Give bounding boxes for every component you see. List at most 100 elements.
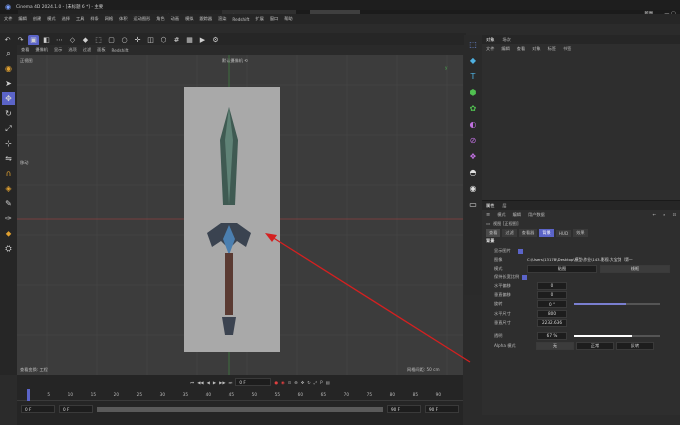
lock-icon[interactable]: ⬡ [158,35,169,46]
field-icon[interactable]: ⊘ [466,133,480,147]
rotate-icon[interactable]: ↻ [2,107,15,120]
object-menu-item[interactable]: 标签 [548,46,556,52]
lock-icon[interactable]: ⊡ [672,212,676,217]
model-mode-icon[interactable]: ◧ [41,35,52,46]
object-menu-item[interactable]: 书签 [563,46,571,52]
menu-item[interactable]: 扩展 [255,16,263,22]
tab-attributes[interactable]: 属性 [486,203,494,209]
cloner-icon[interactable]: ✿ [466,101,480,115]
menu-icon[interactable]: ≡ [486,212,490,218]
redo-icon[interactable]: ↷ [15,35,26,46]
scene-icon[interactable]: ◓ [466,165,480,179]
move-icon[interactable]: ✥ [2,92,15,105]
subtab[interactable]: 查看器 [518,229,538,237]
rotate-slider[interactable] [574,303,660,305]
attr-menu-item[interactable]: 模式 [497,212,505,218]
cube-object-icon[interactable]: ◆ [466,53,480,67]
sphere-icon[interactable]: ○ [119,35,130,46]
start-frame-field[interactable]: 0 F [21,405,55,413]
autokey-icon[interactable]: ◉ [281,380,285,385]
keyframe-icon[interactable]: ⊙ [288,380,292,385]
end-range-field[interactable]: 90 F [387,405,421,413]
alpha-none-button[interactable]: 无 [536,341,574,350]
move-key-icon[interactable]: ✥ [301,380,305,385]
menu-item[interactable]: 创建 [33,16,41,22]
menu-item[interactable]: 模式 [47,16,55,22]
object-menu-item[interactable]: 文件 [486,46,494,52]
object-menu-item[interactable]: 对象 [532,46,540,52]
deformer-icon[interactable]: ◐ [466,117,480,131]
param-key-icon[interactable]: P [320,380,323,385]
subtab-active[interactable]: 背景 [539,229,554,237]
camera-icon[interactable]: ◉ [466,181,480,195]
v-size-field[interactable]: 2232.636 [537,318,567,327]
menu-item[interactable]: Redshift [232,17,249,22]
h-offset-field[interactable]: 0 [537,281,567,290]
keep-ratio-checkbox[interactable] [522,274,528,280]
viewport-menu-item[interactable]: 选项 [68,47,76,53]
render-settings-icon[interactable]: ⚙ [210,35,221,46]
key-settings-icon[interactable]: ⊛ [294,380,298,385]
image-path[interactable]: C:\Users\1317B\Desktop\模型\作业\143-影视-大宝剑（… [527,257,667,263]
viewport-menu-item[interactable]: 面板 [97,47,105,53]
menu-item[interactable]: 跟踪器 [199,16,212,22]
menu-item[interactable]: 编辑 [18,16,26,22]
scale-icon[interactable]: ⤢ [2,122,15,135]
subtab[interactable]: 效果 [573,229,588,237]
transform-icon[interactable]: ⊹ [2,137,15,150]
attr-menu-item[interactable]: 编辑 [513,212,521,218]
show-image-checkbox[interactable] [517,248,523,254]
scale-key-icon[interactable]: ⤢ [314,380,317,385]
menu-item[interactable]: 网格 [105,16,113,22]
h-size-field[interactable]: 800 [537,309,567,318]
magnet-icon[interactable]: ∩ [2,167,15,180]
menu-item[interactable]: 角色 [156,16,164,22]
record-icon[interactable]: ● [274,380,278,385]
live-select-icon[interactable]: ◉ [2,62,15,75]
menu-item[interactable]: 运动图形 [134,16,151,22]
attr-menu-item[interactable]: 用户数据 [528,212,545,218]
v-offset-field[interactable]: 0 [537,290,567,299]
undo-icon[interactable]: ↶ [2,35,13,46]
viewport-menu-item[interactable]: 过滤 [83,47,91,53]
extrude-icon[interactable]: ◈ [2,182,15,195]
menu-item[interactable]: 选择 [62,16,70,22]
menu-item[interactable]: 工具 [76,16,84,22]
camera-label[interactable]: 默认摄像机 ⟲ [222,58,248,64]
prev-frame-icon[interactable]: ◀ [207,380,210,385]
rotate-field[interactable]: 0 ° [537,300,567,308]
subtab[interactable]: 查看 [486,229,501,237]
snap-icon[interactable]: ◫ [145,35,156,46]
transparency-slider[interactable] [574,334,660,337]
paint-icon[interactable]: ⬥ [2,227,15,240]
menu-item[interactable]: 动画 [171,16,179,22]
cloth-icon[interactable]: ⛭ [2,242,15,255]
grid-icon[interactable]: # [171,35,182,46]
viewport-menu-item[interactable]: 查看 [21,47,29,53]
tab-objects[interactable]: 对象 [486,37,494,43]
knife-icon[interactable]: ✎ [2,197,15,210]
points-mode-icon[interactable]: ⋯ [54,35,65,46]
mode-wireframe-button[interactable]: 线框 [600,264,670,273]
mode-texture-button[interactable]: 贴图 [527,264,597,273]
nurbs-icon[interactable]: ⬢ [466,85,480,99]
cube-icon[interactable]: ▢ [106,35,117,46]
null-object-icon[interactable]: ⬚ [466,37,480,51]
menu-item[interactable]: 样条 [90,16,98,22]
light-icon[interactable]: ▭ [466,197,480,211]
go-end-icon[interactable]: ⏭ [229,380,233,385]
search-icon[interactable]: ⌕ [663,212,665,217]
play-icon[interactable]: ▶ [213,380,216,385]
search-icon[interactable]: ⌕ [2,47,15,60]
alpha-normal-button[interactable]: 正常 [576,341,614,350]
timeline-ruler[interactable]: 0 5 10 15 20 25 30 35 40 45 50 55 60 65 … [17,389,463,401]
axis-icon[interactable]: ✛ [132,35,143,46]
menu-item[interactable]: 文件 [4,16,12,22]
tab-takes[interactable]: 场次 [502,37,510,43]
playhead[interactable] [27,389,30,401]
tab-layers[interactable]: 层 [502,203,506,209]
menu-item[interactable]: 渲染 [218,16,226,22]
edges-mode-icon[interactable]: ◇ [67,35,78,46]
transparency-field[interactable]: 67 % [537,331,567,340]
prev-key-icon[interactable]: ◀◀ [197,380,203,385]
